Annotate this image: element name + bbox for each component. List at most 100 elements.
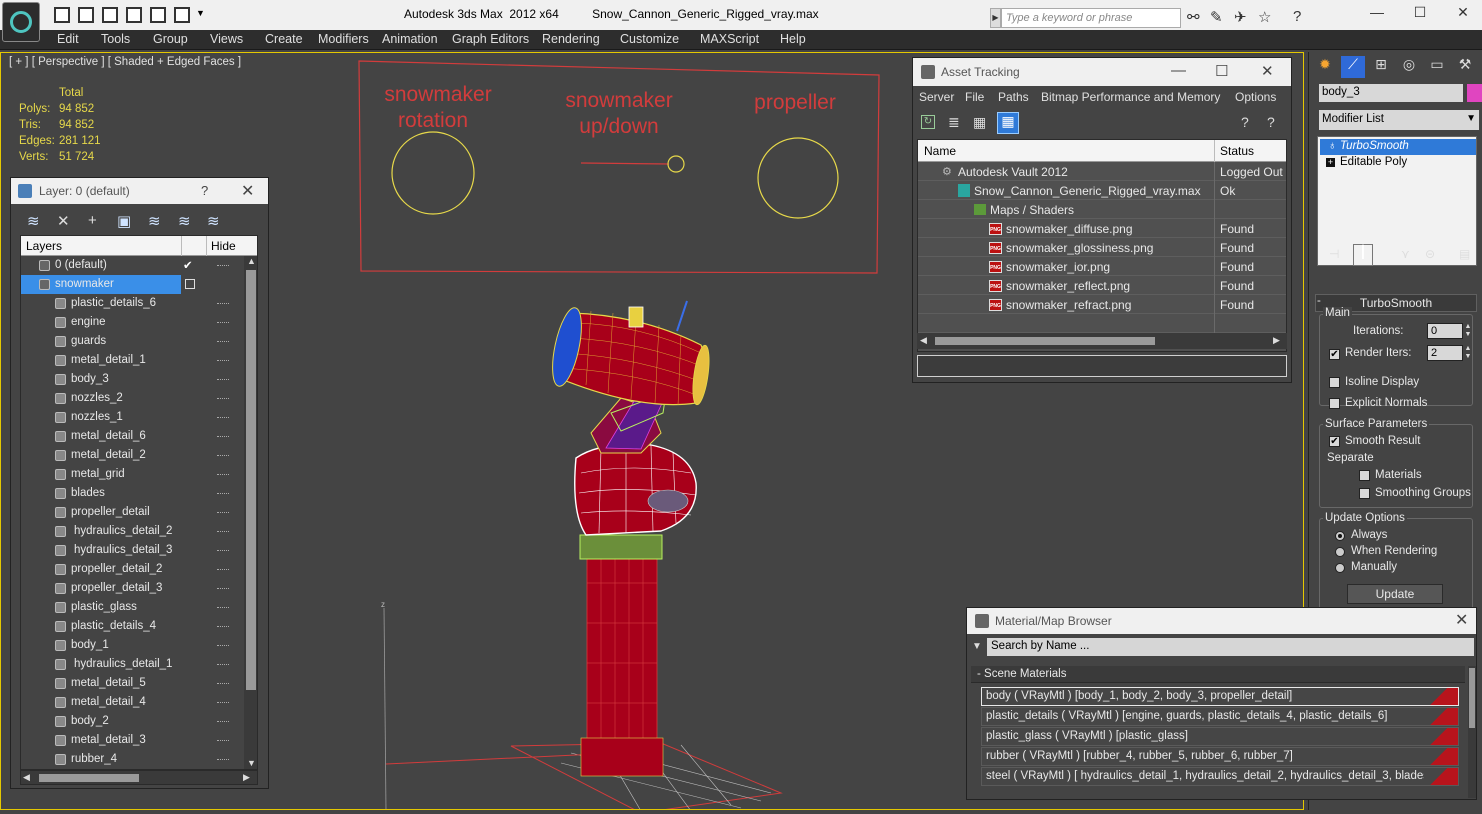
asset-menu-options[interactable]: Options (1235, 90, 1276, 104)
layer-object-row[interactable]: body_3 (21, 370, 243, 389)
menu-modifiers[interactable]: Modifiers (318, 32, 369, 46)
materials-checkbox[interactable] (1359, 470, 1370, 481)
create-tab-icon[interactable]: ✹ (1313, 56, 1337, 78)
redo-icon[interactable] (126, 7, 142, 23)
hide-toggle[interactable] (217, 588, 229, 589)
menu-rendering[interactable]: Rendering (542, 32, 600, 46)
layer-object-row[interactable]: engine (21, 313, 243, 332)
communication-icon[interactable]: ✈ (1234, 8, 1247, 26)
make-unique-icon[interactable]: ⋎ (1401, 247, 1410, 261)
layer-object-row[interactable]: metal_detail_1 (21, 351, 243, 370)
layer-object-row[interactable]: hydraulics_detail_3 (21, 541, 243, 560)
table-view-icon[interactable]: ▦ (997, 112, 1019, 134)
hide-toggle[interactable] (217, 341, 229, 342)
close-icon[interactable]: ✕ (241, 181, 254, 201)
scroll-thumb[interactable] (246, 270, 256, 690)
asset-row[interactable]: ⚙ Autodesk Vault 2012 Logged Out (918, 162, 1286, 181)
layer-object-row[interactable]: nozzles_1 (21, 408, 243, 427)
menu-create[interactable]: Create (265, 32, 303, 46)
layer-object-row[interactable]: metal_detail_5 (21, 674, 243, 693)
modify-tab-icon[interactable]: ⟋ (1341, 56, 1365, 78)
hide-toggle[interactable] (217, 740, 229, 741)
thumbnail-view-icon[interactable]: ▦ (973, 114, 986, 131)
object-color-swatch[interactable] (1467, 84, 1482, 102)
close-icon[interactable]: ✕ (1455, 610, 1468, 630)
hide-all-icon[interactable]: ≋ (178, 212, 191, 230)
explicit-normals-checkbox[interactable] (1329, 398, 1340, 409)
set-current-box-icon[interactable] (185, 279, 195, 289)
app-logo-icon[interactable] (2, 2, 40, 42)
col-hide[interactable]: Hide (211, 239, 236, 253)
smoothing-groups-checkbox[interactable] (1359, 488, 1370, 499)
layer-object-row[interactable]: metal_detail_6 (21, 427, 243, 446)
tools-icon[interactable]: ✎ (1210, 8, 1223, 26)
hide-toggle[interactable] (217, 322, 229, 323)
radio-manually[interactable] (1335, 563, 1345, 573)
menu-help[interactable]: Help (780, 32, 806, 46)
hide-toggle[interactable] (217, 474, 229, 475)
options-help-icon[interactable]: ? (1267, 114, 1275, 130)
object-name-field[interactable]: body_3 (1319, 84, 1463, 102)
layer-object-row[interactable]: guards (21, 332, 243, 351)
material-row[interactable]: steel ( VRayMtl ) [ hydraulics_detail_1,… (981, 767, 1459, 786)
render-iters-spinner[interactable]: 2 (1427, 345, 1463, 361)
asset-list[interactable]: Name Status ⚙ Autodesk Vault 2012 Logged O… (917, 139, 1287, 352)
layer-object-row[interactable]: metal_detail_2 (21, 446, 243, 465)
configure-sets-icon[interactable]: ▤ (1459, 247, 1470, 261)
hierarchy-tab-icon[interactable]: ⊞ (1369, 56, 1393, 78)
layer-object-row[interactable]: body_2 (21, 712, 243, 731)
hide-toggle[interactable] (217, 683, 229, 684)
layer-object-row[interactable]: plastic_details_4 (21, 617, 243, 636)
layer-object-row[interactable]: blades (21, 484, 243, 503)
select-objects-icon[interactable]: ▣ (117, 212, 131, 230)
maximize-icon[interactable]: ☐ (1405, 4, 1435, 24)
scroll-left-icon[interactable]: ◀ (920, 335, 927, 346)
help-icon[interactable]: ? (1293, 8, 1301, 25)
layer-row-snowmaker[interactable]: snowmaker (21, 275, 181, 294)
hide-toggle[interactable] (217, 360, 229, 361)
hide-toggle[interactable] (217, 645, 229, 646)
radio-when-rendering[interactable] (1335, 547, 1345, 557)
remove-modifier-icon[interactable]: ⊝ (1425, 247, 1435, 261)
modifier-list-dropdown[interactable]: Modifier List ▼ (1319, 110, 1479, 130)
search-by-name-input[interactable]: Search by Name ... (987, 638, 1474, 656)
hide-toggle[interactable] (217, 417, 229, 418)
asset-row[interactable]: PNG snowmaker_ior.png Found (918, 257, 1286, 276)
layer-row-default[interactable]: 0 (default) ✔ (21, 256, 243, 275)
add-to-layer-icon[interactable]: + (88, 212, 97, 229)
material-vertical-scrollbar[interactable] (1468, 666, 1476, 798)
hide-toggle[interactable] (217, 569, 229, 570)
hold-icon[interactable] (150, 7, 166, 23)
col-layers[interactable]: Layers (26, 239, 62, 253)
hide-toggle[interactable] (217, 702, 229, 703)
minimize-icon[interactable]: — (1362, 4, 1392, 24)
asset-row[interactable]: PNG snowmaker_glossiness.png Found (918, 238, 1286, 257)
menu-tools[interactable]: Tools (101, 32, 130, 46)
open-icon[interactable] (54, 7, 70, 23)
layer-object-row[interactable]: propeller_detail_3 (21, 579, 243, 598)
scroll-down-icon[interactable]: ▼ (247, 758, 256, 768)
expand-icon[interactable]: + (1326, 158, 1335, 167)
menu-group[interactable]: Group (153, 32, 188, 46)
scroll-up-icon[interactable]: ▲ (247, 256, 256, 266)
asset-tracking-titlebar[interactable]: Asset Tracking — ☐ ✕ (913, 58, 1291, 86)
freeze-all-icon[interactable]: ≋ (207, 212, 220, 230)
utilities-tab-icon[interactable]: ⚒ (1453, 56, 1477, 78)
layer-object-row[interactable]: propeller_detail (21, 503, 243, 522)
filter-dropdown-icon[interactable]: ▼ (972, 641, 982, 652)
menu-animation[interactable]: Animation (382, 32, 438, 46)
hide-toggle[interactable] (217, 265, 229, 266)
layer-object-row[interactable]: body_1 (21, 636, 243, 655)
keyword-search-input[interactable]: Type a keyword or phrase (1001, 8, 1181, 28)
material-browser-titlebar[interactable]: Material/Map Browser ✕ (967, 608, 1476, 634)
col-name[interactable]: Name (924, 144, 956, 158)
favorites-star-icon[interactable]: ☆ (1258, 8, 1271, 26)
hide-toggle[interactable] (217, 531, 229, 532)
asset-row[interactable]: PNG snowmaker_reflect.png Found (918, 276, 1286, 295)
scroll-right-icon[interactable]: ▶ (243, 772, 250, 783)
motion-tab-icon[interactable]: ◎ (1397, 56, 1421, 78)
isoline-checkbox[interactable] (1329, 377, 1340, 388)
stack-item-editable-poly[interactable]: + Editable Poly (1320, 155, 1476, 171)
layer-object-row[interactable]: rubber_4 (21, 750, 243, 769)
update-button[interactable]: Update (1347, 584, 1443, 604)
